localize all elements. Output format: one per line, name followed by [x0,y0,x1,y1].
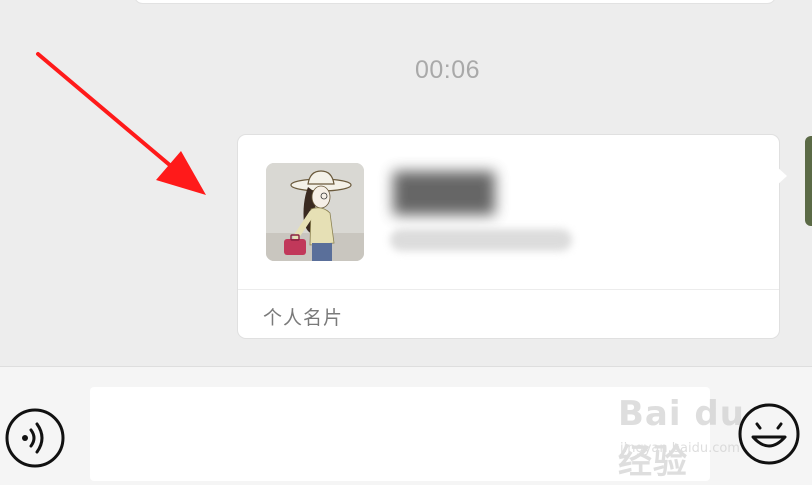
message-text-input[interactable] [90,387,710,481]
voice-icon[interactable] [4,407,66,469]
emoji-icon[interactable] [736,401,802,467]
watermark-url-text: jingyan.baidu.com [620,441,740,456]
